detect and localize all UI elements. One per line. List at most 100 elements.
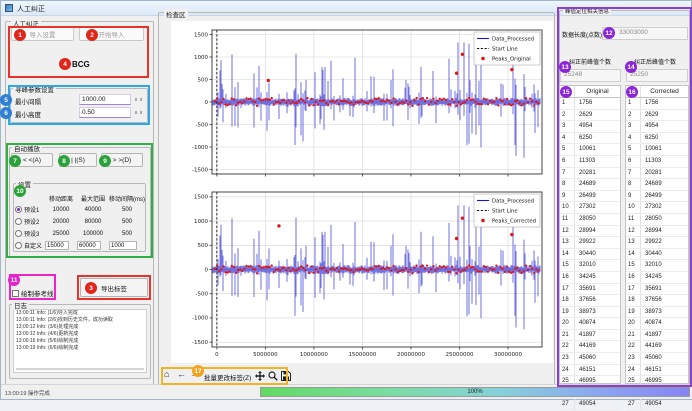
min-height-label: 最小高度	[15, 109, 41, 119]
table-row[interactable]: 2141897	[560, 330, 620, 342]
table-row[interactable]: 46250	[560, 133, 620, 145]
peaks-after-label: 纠正后峰值个数	[634, 57, 676, 66]
row-value: 37656	[575, 295, 620, 306]
zoom-icon[interactable]	[268, 371, 278, 381]
min-interval-input[interactable]: 1000.00	[79, 94, 131, 105]
min-height-spinner[interactable]: ∧∨	[134, 110, 144, 116]
row-index: 22	[560, 341, 575, 352]
radio-预设3[interactable]	[15, 230, 22, 237]
table-row[interactable]: 1329922	[560, 237, 620, 249]
table-row[interactable]: 1228994	[626, 226, 688, 238]
row-value: 49054	[575, 399, 620, 410]
table-row[interactable]: 1634245	[626, 272, 688, 284]
table-row[interactable]: 720281	[626, 168, 688, 180]
table-row[interactable]: 1027302	[626, 202, 688, 214]
row-value: 24689	[575, 179, 620, 190]
table-row[interactable]: 824689	[560, 179, 620, 191]
save-icon[interactable]	[281, 371, 291, 381]
pan-icon[interactable]	[255, 371, 265, 381]
preset-input[interactable]: 15000	[45, 241, 69, 250]
log-view[interactable]: 13:00:11 Info: (1/6)导入完成13:00:11 Info: (…	[13, 309, 147, 373]
annotation-badge-11: 11	[8, 274, 20, 286]
table-row[interactable]: 2040874	[560, 318, 620, 330]
row-index: 7	[626, 168, 641, 179]
table-row[interactable]: 1027302	[560, 202, 620, 214]
table-row[interactable]: 2446151	[560, 365, 620, 377]
table-row[interactable]: 1938973	[560, 307, 620, 319]
table-row[interactable]: 510061	[626, 144, 688, 156]
table-row[interactable]: 824689	[626, 179, 688, 191]
radio-预设1[interactable]	[15, 206, 22, 213]
table-row[interactable]: 2446151	[626, 365, 688, 377]
svg-text:15000000: 15000000	[348, 352, 376, 358]
table-row[interactable]: 1634245	[560, 272, 620, 284]
original-peaks-table[interactable]: Original11756226293495446250510061611303…	[559, 85, 621, 384]
row-index: 15	[560, 260, 575, 271]
table-row[interactable]: 1837656	[626, 295, 688, 307]
table-row[interactable]: 611303	[560, 156, 620, 168]
radio-预设2[interactable]	[15, 218, 22, 225]
table-row[interactable]: 611303	[626, 156, 688, 168]
home-icon[interactable]: ⌂	[164, 370, 169, 379]
table-row[interactable]: 2244169	[560, 341, 620, 353]
table-row[interactable]: 2749054	[626, 399, 688, 411]
table-header-label: Corrected	[641, 86, 688, 97]
back-icon[interactable]: ←	[177, 370, 186, 379]
svg-text:-1500: -1500	[192, 167, 208, 173]
table-row[interactable]: 22629	[560, 110, 620, 122]
table-row[interactable]: 510061	[560, 144, 620, 156]
table-row[interactable]: 2244169	[626, 341, 688, 353]
checkbox-icon[interactable]	[12, 290, 19, 297]
table-row[interactable]: 1430440	[626, 249, 688, 261]
row-value: 20281	[641, 168, 688, 179]
table-row[interactable]: 11756	[560, 98, 620, 110]
row-index: 8	[626, 179, 641, 190]
table-row[interactable]: 1128050	[560, 214, 620, 226]
reference-line-checkbox[interactable]: 绘制参考线	[12, 288, 54, 298]
row-value: 28994	[641, 226, 688, 237]
log-scrollbar[interactable]	[16, 368, 144, 370]
corrected-peaks-table[interactable]: Corrected1175622629349544625051006161130…	[625, 85, 689, 384]
table-row[interactable]: 1532010	[560, 260, 620, 272]
table-row[interactable]: 1735691	[560, 284, 620, 296]
preset-input[interactable]: 1000	[109, 241, 137, 250]
table-row[interactable]: 2749054	[560, 399, 620, 411]
row-index: 10	[626, 202, 641, 213]
table-row[interactable]: 22629	[626, 110, 688, 122]
table-row[interactable]: 1837656	[560, 295, 620, 307]
row-index: 5	[626, 144, 641, 155]
table-row[interactable]: 926499	[560, 191, 620, 203]
table-row[interactable]: 926499	[626, 191, 688, 203]
table-row[interactable]: 11756	[626, 98, 688, 110]
svg-text:20000000: 20000000	[397, 352, 425, 358]
table-row[interactable]: 1329922	[626, 237, 688, 249]
table-row[interactable]: 46250	[626, 133, 688, 145]
min-height-input[interactable]: 0.50	[79, 107, 131, 118]
left-panel-title: 人工纠正	[11, 18, 41, 28]
svg-text:-1500: -1500	[192, 340, 208, 346]
row-value: 10061	[641, 144, 688, 155]
batch-edit-labels-button[interactable]: 批量更改标签(Z)	[204, 372, 251, 382]
main-content: 人工纠正 导入设置 开始导入 BCG 寻峰参数设置 最小间隔 1000.00 ∧…	[1, 15, 692, 387]
table-row[interactable]: 2345060	[626, 353, 688, 365]
preset-value: 80000	[77, 219, 109, 225]
row-index: 8	[560, 179, 575, 190]
table-row[interactable]: 1735691	[626, 284, 688, 296]
signal-charts[interactable]: 150010005000-500-1000-1500Data_Processed…	[159, 15, 555, 387]
table-row[interactable]: 720281	[560, 168, 620, 180]
table-row[interactable]: 2141897	[626, 330, 688, 342]
table-row[interactable]: 34954	[626, 121, 688, 133]
table-row[interactable]: 1532010	[626, 260, 688, 272]
table-row[interactable]: 1430440	[560, 249, 620, 261]
preset-input[interactable]: 60000	[77, 241, 101, 250]
table-row[interactable]: 1938973	[626, 307, 688, 319]
min-interval-spinner[interactable]: ∧∨	[134, 97, 144, 103]
table-row[interactable]: 1228994	[560, 226, 620, 238]
table-row[interactable]: 1128050	[626, 214, 688, 226]
annotation-badge-6: 6	[0, 107, 12, 119]
radio-自定义[interactable]	[15, 242, 22, 249]
table-row[interactable]: 2345060	[560, 353, 620, 365]
table-row[interactable]: 2040874	[626, 318, 688, 330]
table-row[interactable]: 34954	[560, 121, 620, 133]
row-value: 38973	[641, 307, 688, 318]
